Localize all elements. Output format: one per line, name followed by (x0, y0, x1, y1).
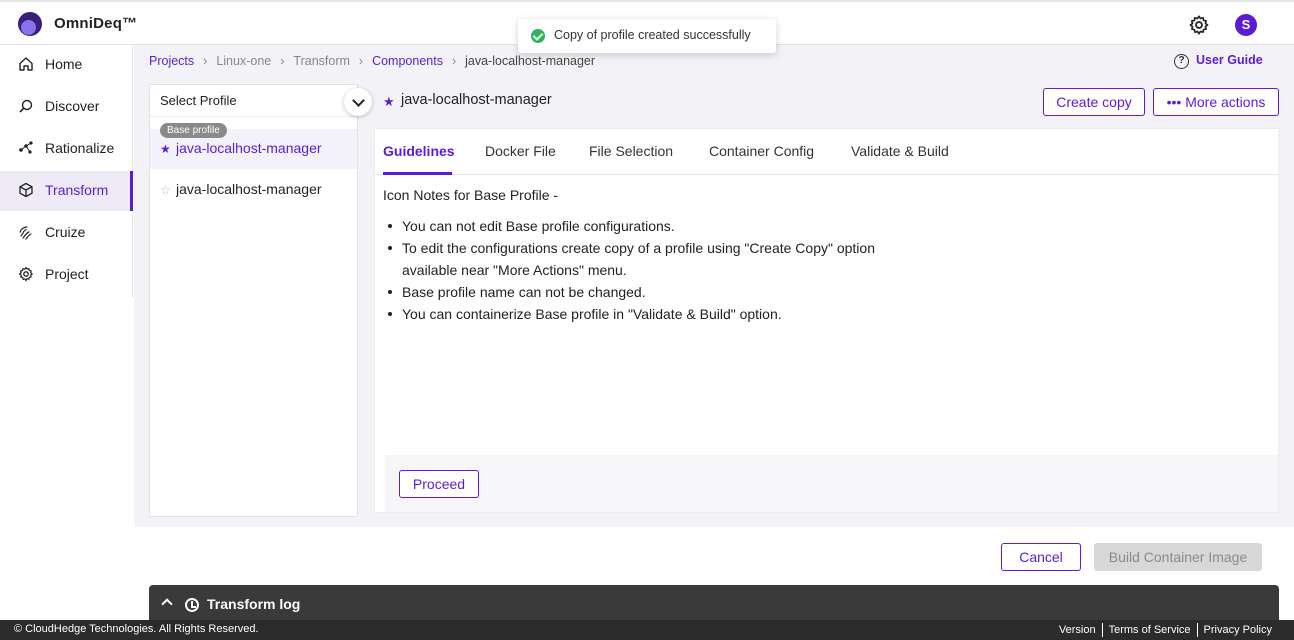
breadcrumb-linux-one[interactable]: Linux-one (216, 54, 271, 68)
chevron-right-icon: › (203, 54, 208, 68)
history-icon (185, 598, 199, 612)
select-profile-label: Select Profile (160, 93, 237, 108)
sidebar-item-transform[interactable]: Transform (0, 171, 133, 211)
breadcrumb-current: java-localhost-manager (465, 54, 596, 68)
toast-message: Copy of profile created successfully (554, 28, 751, 42)
list-item: You can not edit Base profile configurat… (383, 215, 923, 237)
settings-icon (18, 266, 33, 282)
sidebar-item-label: Discover (45, 98, 100, 114)
chevron-right-icon: › (451, 54, 457, 68)
help-icon: ? (1174, 54, 1189, 69)
select-profile-dropdown[interactable]: Select Profile (150, 85, 372, 117)
proceed-button[interactable]: Proceed (399, 470, 479, 498)
tab-container-config[interactable]: Container Config (709, 143, 814, 159)
footer-privacy-link[interactable]: Privacy Policy (1198, 624, 1278, 636)
tab-docker-file[interactable]: Docker File (485, 143, 556, 159)
rationalize-icon (19, 141, 33, 154)
star-filled-icon: ★ (383, 94, 395, 109)
breadcrumb-components[interactable]: Components (372, 54, 443, 68)
base-profile-badge: Base profile (160, 123, 227, 138)
copyright-text: © CloudHedge Technologies. All Rights Re… (14, 623, 259, 635)
gear-icon[interactable] (1188, 14, 1210, 36)
guidelines-title: Icon Notes for Base Profile - (383, 187, 559, 203)
list-item: To edit the configurations create copy o… (383, 237, 908, 281)
cancel-button[interactable]: Cancel (1001, 543, 1081, 571)
footer-version-link[interactable]: Version (1053, 624, 1102, 636)
sidebar-item-project[interactable]: Project (0, 255, 133, 293)
user-guide-label: User Guide (1196, 53, 1263, 67)
breadcrumb-transform[interactable]: Transform (293, 54, 350, 68)
footer: © CloudHedge Technologies. All Rights Re… (0, 620, 1294, 640)
avatar[interactable]: S (1235, 14, 1257, 36)
chevron-up-icon[interactable] (161, 598, 173, 610)
sidebar-item-home[interactable]: Home (0, 45, 133, 83)
profile-name: java-localhost-manager (176, 140, 322, 156)
tab-bar: Guidelines Docker File File Selection Co… (375, 129, 1278, 175)
list-item: Base profile name can not be changed. (383, 281, 923, 303)
profile-item-copy[interactable]: ☆ java-localhost-manager (150, 170, 357, 210)
success-toast: Copy of profile created successfully (518, 19, 776, 53)
more-actions-button[interactable]: ••• More actions (1153, 88, 1279, 116)
star-filled-icon: ★ (160, 142, 171, 156)
sidebar-item-label: Cruize (45, 224, 86, 240)
sidebar-item-discover[interactable]: Discover (0, 87, 133, 125)
list-item: You can containerize Base profile in "Va… (383, 303, 923, 325)
sidebar-item-label: Project (45, 266, 89, 282)
sidebar-item-label: Transform (45, 182, 109, 198)
check-circle-icon (531, 29, 545, 43)
guidelines-list: You can not edit Base profile configurat… (383, 215, 923, 325)
build-container-image-button[interactable]: Build Container Image (1094, 543, 1262, 571)
breadcrumb-projects[interactable]: Projects (149, 54, 194, 68)
footer-links: Version Terms of Service Privacy Policy (1053, 623, 1278, 637)
transform-log-title: Transform log (207, 596, 301, 612)
home-icon (19, 57, 33, 71)
breadcrumb: Projects › Linux-one › Transform › Components ›… (149, 54, 595, 68)
cube-icon (19, 182, 33, 198)
footer-terms-link[interactable]: Terms of Service (1103, 624, 1197, 636)
active-tab-indicator (383, 172, 452, 175)
sidebar-item-label: Rationalize (45, 140, 115, 156)
chevron-right-icon: › (358, 54, 364, 68)
sidebar-item-label: Home (45, 56, 83, 72)
sidebar-item-cruize[interactable]: Cruize (0, 213, 133, 251)
discover-icon (19, 99, 33, 113)
tab-file-selection[interactable]: File Selection (589, 143, 673, 159)
sidebar-item-rationalize[interactable]: Rationalize (0, 129, 133, 167)
brand-name[interactable]: OmniDeq™ (54, 15, 137, 32)
tab-validate-build[interactable]: Validate & Build (851, 143, 949, 159)
component-title: java-localhost-manager (401, 92, 552, 108)
chevron-down-icon[interactable] (344, 88, 372, 116)
transform-log-bar[interactable]: Transform log (149, 585, 1279, 620)
omnideq-logo-icon[interactable] (18, 12, 42, 36)
card-footer (385, 455, 1278, 512)
sidebar-nav: Home Discover Rationalize Transform Crui… (0, 45, 133, 298)
user-guide-link[interactable]: ? User Guide (1174, 53, 1263, 69)
tab-guidelines[interactable]: Guidelines (383, 143, 455, 159)
chevron-right-icon: › (280, 54, 285, 68)
star-outline-icon[interactable]: ☆ (160, 183, 171, 197)
profile-name: java-localhost-manager (176, 181, 322, 197)
fingerprint-icon (19, 226, 32, 240)
create-copy-button[interactable]: Create copy (1043, 88, 1145, 116)
guidelines-card: Guidelines Docker File File Selection Co… (374, 128, 1279, 513)
profile-panel: Select Profile Base profile ★ java-local… (149, 84, 372, 517)
